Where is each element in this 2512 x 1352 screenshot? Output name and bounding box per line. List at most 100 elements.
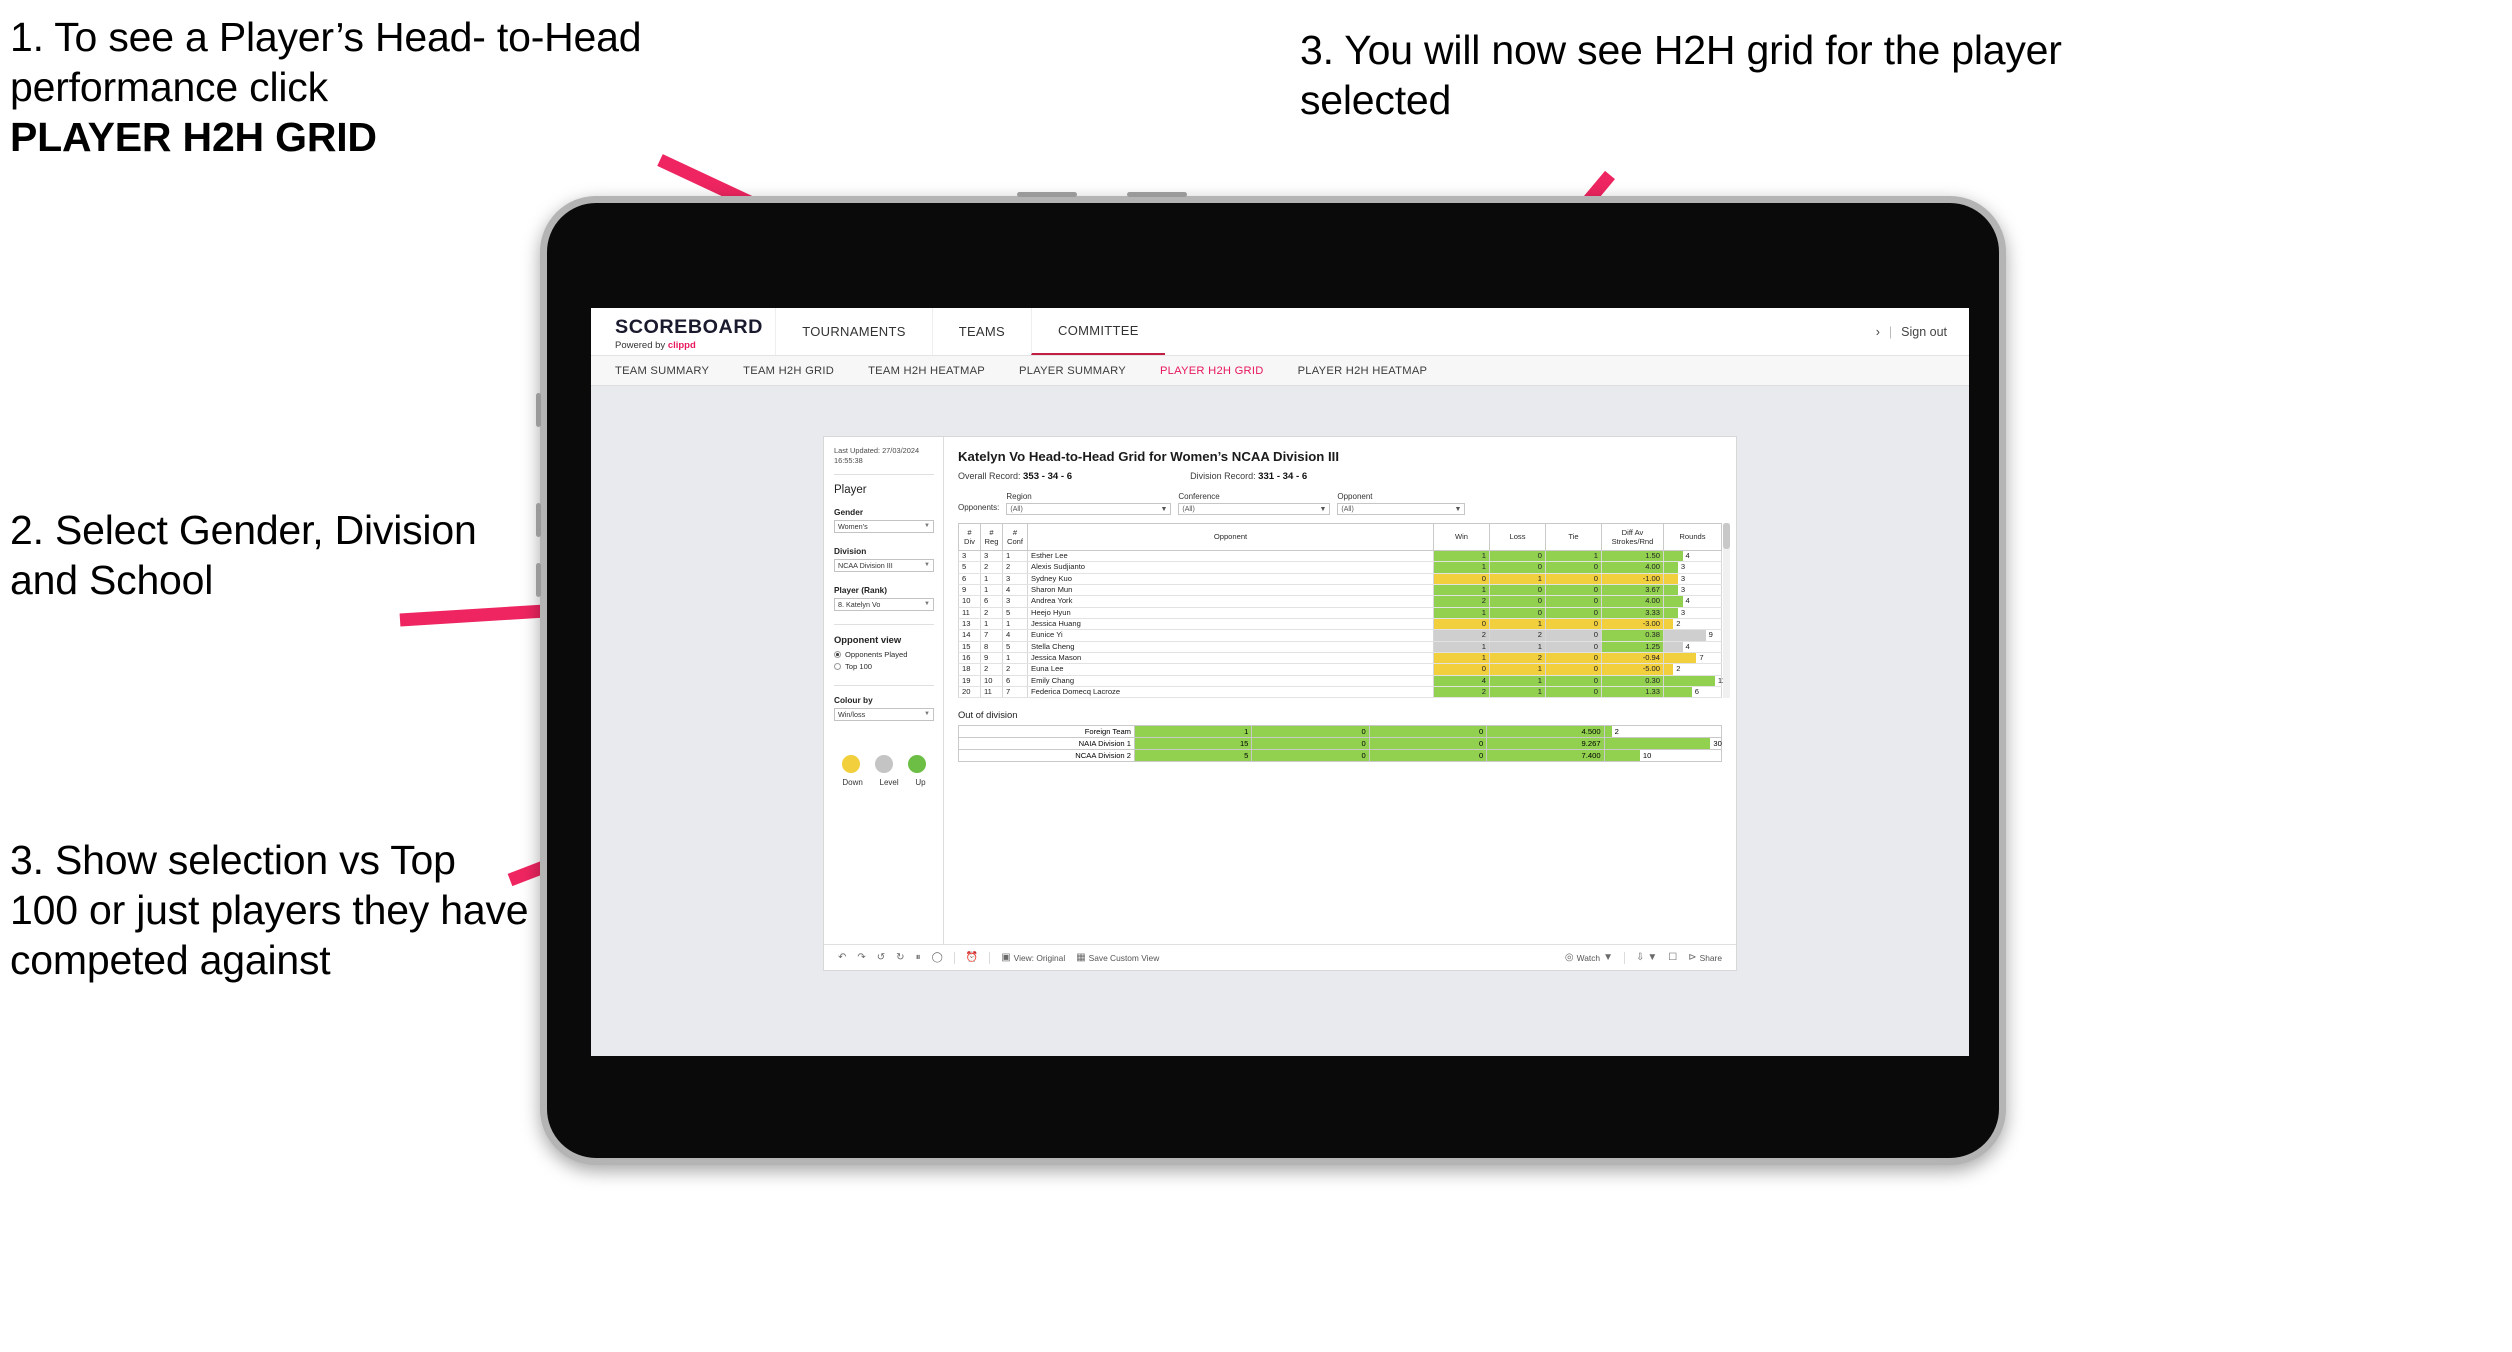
ood-cell-diff: 4.500 xyxy=(1486,725,1605,739)
col-div[interactable]: # Div xyxy=(958,523,981,551)
col-loss[interactable]: Loss xyxy=(1489,523,1546,551)
table-scrollbar-thumb[interactable] xyxy=(1723,523,1730,549)
pause-icon[interactable]: ⏸ xyxy=(916,952,921,963)
last-updated-text: Last Updated: 27/03/2024 16:55:38 xyxy=(834,446,920,465)
watch-label: Watch xyxy=(1576,952,1601,963)
table-row[interactable]: 5 2 2 Alexis Sudjianto 1 0 0 4.00 3 xyxy=(958,561,1722,574)
table-row[interactable]: 6 1 3 Sydney Kuo 0 1 0 -1.00 3 xyxy=(958,573,1722,586)
filter-region-label: Region xyxy=(1006,492,1032,501)
filter-conference-select[interactable]: (All) ▼ xyxy=(1178,503,1331,515)
cell-div: 6 xyxy=(958,573,981,586)
table-row[interactable]: 10 6 3 Andrea York 2 0 0 4.00 4 xyxy=(958,595,1722,608)
radio-opponents-played[interactable]: Opponents Played xyxy=(834,650,934,659)
logo-brand: clippd xyxy=(667,340,696,351)
table-row[interactable]: 16 9 1 Jessica Mason 1 2 0 -0.94 7 xyxy=(958,652,1722,665)
refresh-icon[interactable]: ↻ xyxy=(896,952,904,963)
filter-opponent-select[interactable]: (All) ▼ xyxy=(1337,503,1466,515)
subnav-item-player-h2h-grid[interactable]: PLAYER H2H GRID xyxy=(1160,365,1286,377)
legend-dot-up xyxy=(908,754,927,773)
subnav-item-team-h2h-heatmap[interactable]: TEAM H2H HEATMAP xyxy=(868,365,1007,377)
cell-loss: 1 xyxy=(1489,573,1546,586)
sign-out-link[interactable]: Sign out xyxy=(1901,325,1947,339)
undo-icon[interactable]: ↶ xyxy=(838,952,846,963)
cell-opponent: Alexis Sudjianto xyxy=(1027,561,1434,574)
col-reg[interactable]: # Reg xyxy=(980,523,1003,551)
table-scrollbar[interactable] xyxy=(1723,523,1730,699)
viz-main-panel: Katelyn Vo Head-to-Head Grid for Women’s… xyxy=(944,437,1736,944)
opponent-filters: Opponents: Region (All) ▼ Conference (Al… xyxy=(958,492,1722,515)
cell-opponent: Eunice Yi xyxy=(1027,629,1434,642)
cell-loss: 2 xyxy=(1489,652,1546,665)
colour-by-select[interactable]: Win/loss ▼ xyxy=(834,707,934,721)
division-label: Division xyxy=(834,545,867,556)
clock-icon[interactable]: ⏰ xyxy=(966,952,978,963)
redo-icon[interactable]: ↷ xyxy=(857,952,865,963)
player-rank-select[interactable]: 8. Katelyn Vo ▼ xyxy=(834,597,934,611)
gender-select[interactable]: Women’s ▼ xyxy=(834,519,934,533)
toolbar-divider-3 xyxy=(1623,951,1625,964)
division-select[interactable]: NCAA Division III ▼ xyxy=(834,558,934,572)
table-row[interactable]: 15 8 5 Stella Cheng 1 1 0 1.25 4 xyxy=(958,641,1722,654)
table-row[interactable]: 19 10 6 Emily Chang 4 1 0 0.30 11 xyxy=(958,675,1726,688)
cell-win: 0 xyxy=(1433,573,1490,586)
cell-loss: 1 xyxy=(1489,663,1546,676)
share-button[interactable]: ⊳ Share xyxy=(1688,952,1722,963)
table-row[interactable]: 3 3 1 Esther Lee 1 0 1 1.50 4 xyxy=(958,550,1722,563)
view-original-button[interactable]: ▣ View: Original xyxy=(1001,952,1065,963)
save-custom-view-button[interactable]: ▦ Save Custom View xyxy=(1076,952,1159,963)
col-conf-line2: Conf xyxy=(1006,537,1024,546)
table-row[interactable]: 9 1 4 Sharon Mun 1 0 0 3.67 3 xyxy=(958,584,1722,597)
radio-top-100[interactable]: Top 100 xyxy=(834,662,934,671)
nav-item-teams[interactable]: TEAMS xyxy=(931,308,1031,355)
sub-navigation: TEAM SUMMARY TEAM H2H GRID TEAM H2H HEAT… xyxy=(591,356,1969,386)
out-of-division-row[interactable]: NAIA Division 1 15 0 0 9.267 30 xyxy=(958,737,1723,751)
cell-tie: 0 xyxy=(1545,675,1602,688)
cell-reg: 1 xyxy=(980,584,1003,597)
cell-win: 1 xyxy=(1433,561,1490,574)
subnav-item-player-summary[interactable]: PLAYER SUMMARY xyxy=(1019,365,1148,377)
table-row[interactable]: 13 1 1 Jessica Huang 0 1 0 -3.00 2 xyxy=(958,618,1722,631)
filter-region-select[interactable]: (All) ▼ xyxy=(1006,503,1172,515)
col-diff-av-strokes[interactable]: Diff Av Strokes/Rnd xyxy=(1601,523,1664,551)
cell-diff: 1.50 xyxy=(1601,550,1664,563)
download-button[interactable]: ⇩ ▼ xyxy=(1636,952,1657,963)
header-right-group: › | Sign out xyxy=(1876,308,1969,355)
fullscreen-icon[interactable]: ☐ xyxy=(1668,952,1677,963)
cell-opponent: Jessica Mason xyxy=(1027,652,1434,665)
col-conf[interactable]: # Conf xyxy=(1002,523,1028,551)
h2h-table-body: 3 3 1 Esther Lee 1 0 1 1.50 4 5 2 2 Alexis Sudjianto… xyxy=(958,550,1726,699)
subnav-item-player-h2h-heatmap[interactable]: PLAYER H2H HEATMAP xyxy=(1298,365,1450,377)
cell-tie: 0 xyxy=(1545,652,1602,665)
cell-tie: 0 xyxy=(1545,561,1602,574)
chevron-right-icon[interactable]: › xyxy=(1876,325,1880,339)
watch-icon: ◎ xyxy=(1564,951,1574,963)
table-row[interactable]: 11 2 5 Heejo Hyun 1 0 0 3.33 3 xyxy=(958,607,1722,620)
col-win[interactable]: Win xyxy=(1433,523,1490,551)
viz-body: Last Updated: 27/03/2024 16:55:38 Player… xyxy=(824,437,1736,944)
legend-label-level: Level xyxy=(879,777,899,787)
tablet-power-button xyxy=(1017,192,1077,197)
subnav-item-team-summary[interactable]: TEAM SUMMARY xyxy=(615,365,731,377)
sidebar-divider-2 xyxy=(834,623,934,625)
col-tie[interactable]: Tie xyxy=(1545,523,1602,551)
col-rounds[interactable]: Rounds xyxy=(1663,523,1722,551)
watch-button[interactable]: ◎ Watch ▼ xyxy=(1564,951,1613,963)
revert-icon[interactable]: ↺ xyxy=(877,952,885,963)
out-of-division-row[interactable]: NCAA Division 2 5 0 0 7.400 10 xyxy=(958,749,1723,763)
filter-region: Region (All) ▼ xyxy=(1006,492,1172,515)
nav-item-committee[interactable]: COMMITTEE xyxy=(1031,308,1165,355)
table-row[interactable]: 14 7 4 Eunice Yi 2 2 0 0.38 9 xyxy=(958,629,1722,642)
col-opponent[interactable]: Opponent xyxy=(1027,523,1434,551)
cell-win: 1 xyxy=(1433,607,1490,620)
table-row[interactable]: 20 11 7 Federica Domecq Lacroze 2 1 0 1.33 6 xyxy=(958,686,1722,699)
cell-loss: 1 xyxy=(1489,641,1546,654)
cell-diff: 3.33 xyxy=(1601,607,1664,620)
out-of-division-row[interactable]: Foreign Team 1 0 0 4.500 2 xyxy=(958,725,1723,739)
table-row[interactable]: 18 2 2 Euna Lee 0 1 0 -5.00 2 xyxy=(958,663,1722,676)
nav-item-tournaments[interactable]: TOURNAMENTS xyxy=(775,308,931,355)
ood-cell-diff: 9.267 xyxy=(1486,737,1605,751)
cell-reg: 2 xyxy=(980,607,1003,620)
filter-icon[interactable]: ◯ xyxy=(932,952,943,963)
subnav-item-team-h2h-grid[interactable]: TEAM H2H GRID xyxy=(743,365,856,377)
site-logo[interactable]: SCOREBOARD Powered by clippd xyxy=(591,308,775,355)
